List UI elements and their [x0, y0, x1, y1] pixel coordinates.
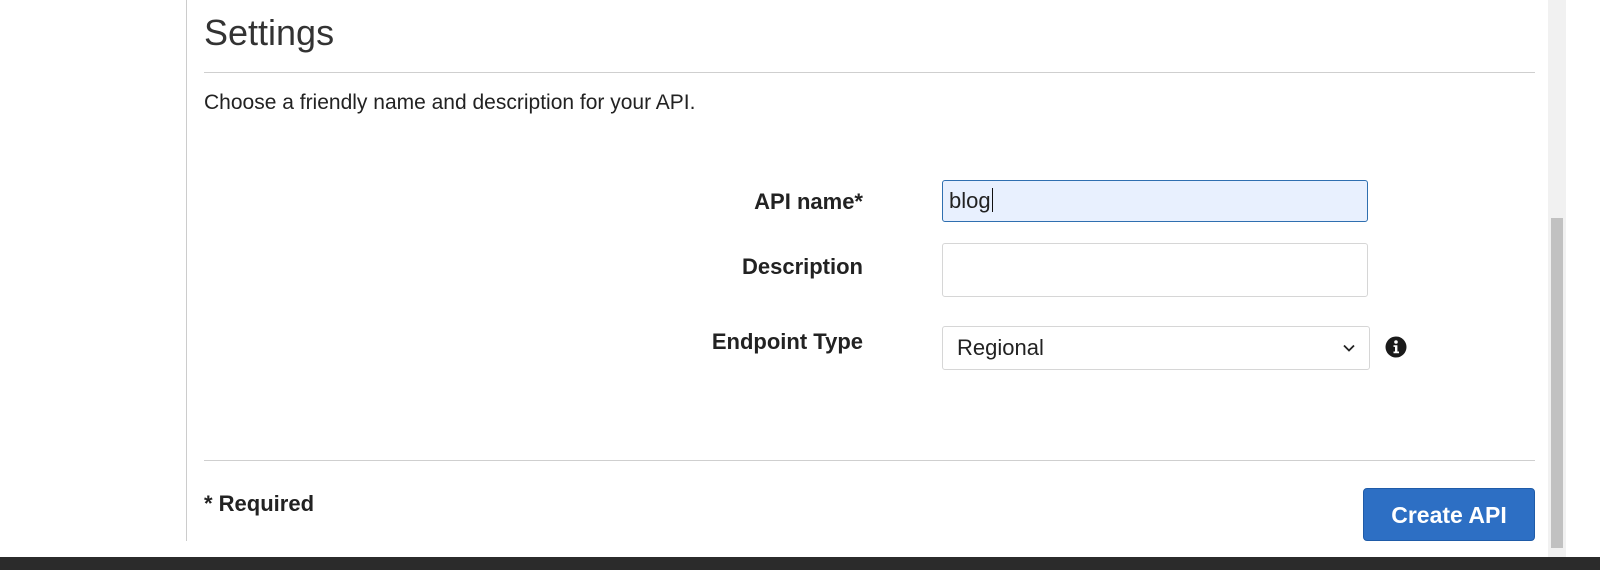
create-api-button[interactable]: Create API	[1363, 488, 1535, 541]
description-input[interactable]	[942, 243, 1368, 297]
endpoint-type-select[interactable]: Regional	[942, 326, 1370, 370]
endpoint-type-label: Endpoint Type	[711, 329, 863, 354]
text-caret	[991, 188, 993, 212]
api-name-value: blog	[949, 188, 991, 213]
required-note: * Required	[204, 491, 315, 516]
section-title: Settings	[204, 12, 335, 53]
endpoint-type-value: Regional	[957, 335, 1044, 360]
api-name-input[interactable]: blog	[942, 180, 1368, 222]
scrollbar-thumb[interactable]	[1551, 218, 1563, 548]
description-label: Description	[741, 254, 863, 279]
title-divider	[204, 72, 1535, 73]
info-icon[interactable]	[1385, 336, 1407, 358]
left-divider	[186, 0, 187, 541]
chevron-down-icon	[1343, 344, 1355, 352]
window-bottom-edge	[0, 557, 1600, 570]
section-intro: Choose a friendly name and description f…	[204, 91, 696, 114]
footer-divider	[204, 460, 1535, 461]
api-name-label: API name*	[754, 189, 863, 214]
create-api-settings-page: Settings Choose a friendly name and desc…	[0, 0, 1600, 570]
